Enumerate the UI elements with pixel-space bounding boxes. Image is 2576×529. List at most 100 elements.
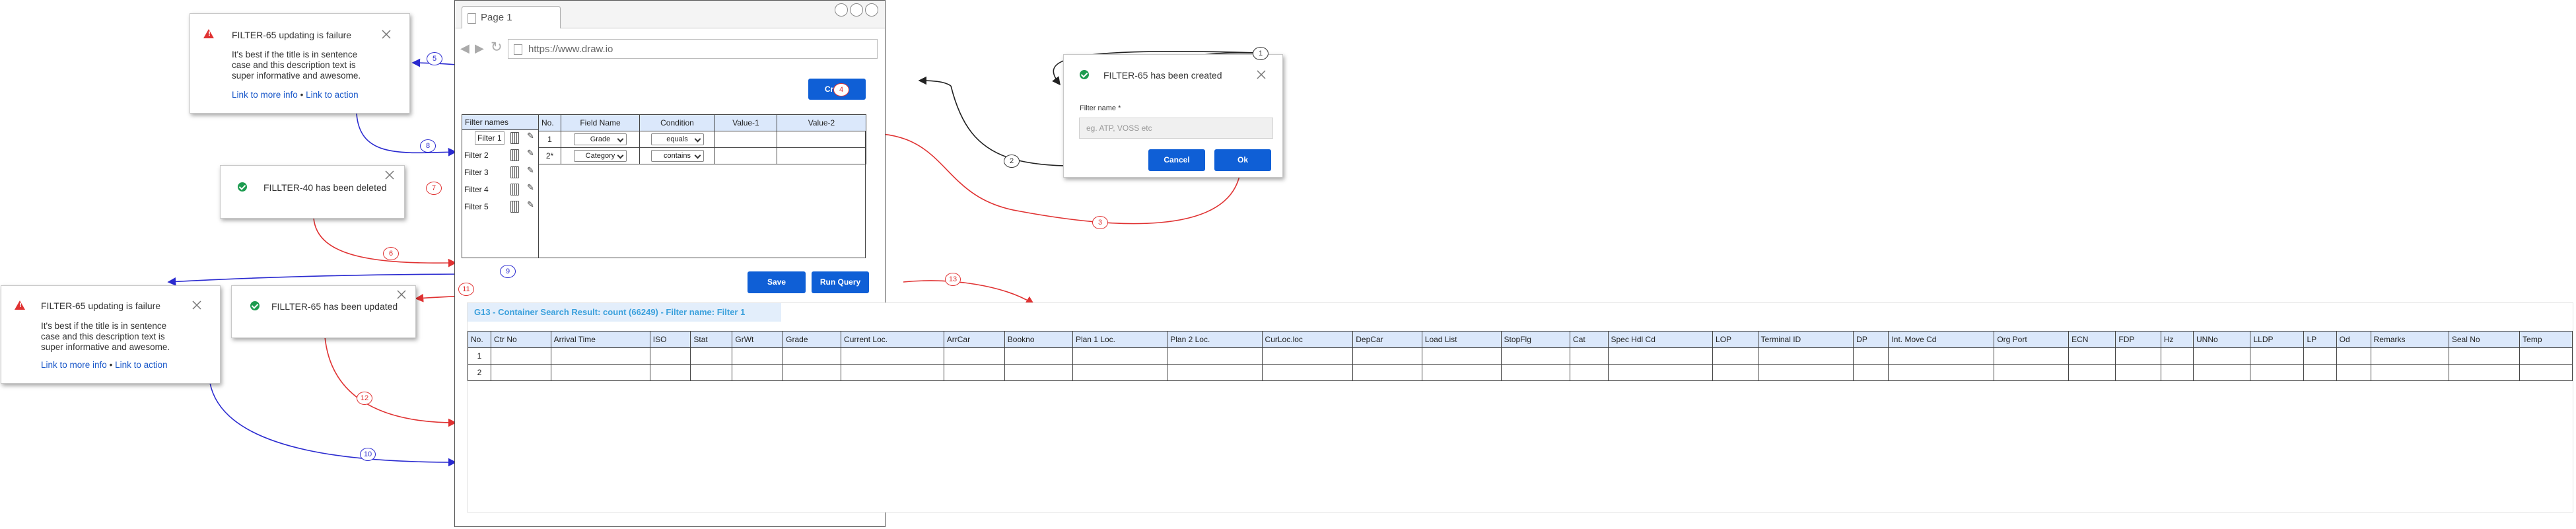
close-icon[interactable]	[384, 169, 396, 181]
more-info-link[interactable]: Link to more info	[232, 90, 298, 100]
tab-page-1[interactable]: Page 1	[462, 6, 561, 28]
more-info-link[interactable]: Link to more info	[41, 360, 107, 370]
result-column-header[interactable]: Org Port	[1994, 331, 2070, 348]
result-row[interactable]: 1	[468, 347, 2573, 365]
result-column-header[interactable]: Load List	[1421, 331, 1502, 348]
col-field-name: Field Name	[561, 114, 640, 131]
result-column-header[interactable]: Seal No	[2448, 331, 2521, 348]
result-column-header[interactable]: Stat	[690, 331, 733, 348]
result-column-header[interactable]: Temp	[2519, 331, 2573, 348]
result-column-header[interactable]: GrWt	[732, 331, 784, 348]
refresh-icon[interactable]: ↻	[491, 39, 503, 55]
tab-doc-icon	[468, 13, 476, 24]
close-icon[interactable]	[1255, 69, 1267, 81]
ok-button[interactable]: Ok	[1214, 149, 1271, 171]
result-column-header[interactable]: StopFlg	[1500, 331, 1571, 348]
value-2-cell[interactable]	[777, 131, 866, 148]
window-button-2[interactable]	[850, 3, 863, 17]
save-button[interactable]: Save	[748, 271, 806, 293]
back-arrow-icon[interactable]: ◀	[460, 42, 470, 55]
result-cell	[491, 364, 551, 381]
trash-icon[interactable]	[510, 184, 519, 195]
result-column-header[interactable]: FDP	[2115, 331, 2161, 348]
value-1-cell[interactable]	[714, 131, 777, 148]
field-name-select[interactable]: Category	[574, 150, 627, 162]
filter-list-item[interactable]: Filter 5 ✎	[462, 199, 539, 215]
value-1-cell[interactable]	[714, 147, 777, 164]
edit-pencil-icon[interactable]: ✎	[527, 149, 534, 159]
value-2-cell[interactable]	[777, 147, 866, 164]
flow-arrow-13	[903, 280, 1035, 304]
result-column-header[interactable]: Remarks	[2370, 331, 2449, 348]
result-row[interactable]: 2	[468, 364, 2573, 381]
trash-icon[interactable]	[510, 166, 519, 178]
col-condition: Condition	[639, 114, 715, 131]
trash-icon[interactable]	[510, 201, 519, 213]
edit-pencil-icon[interactable]: ✎	[527, 183, 534, 193]
window-button-1[interactable]	[835, 3, 848, 17]
result-cell	[2160, 364, 2194, 381]
filter-name-input[interactable]: eg. ATP, VOSS etc	[1079, 118, 1273, 139]
result-column-header[interactable]: Int. Move Cd	[1888, 331, 1995, 348]
trash-icon[interactable]	[510, 132, 519, 144]
run-query-button[interactable]: Run Query	[812, 271, 869, 293]
close-icon[interactable]	[380, 28, 392, 40]
filter-list-item[interactable]: Filter 1 ✎	[462, 130, 539, 146]
cancel-button[interactable]: Cancel	[1148, 149, 1205, 171]
step-badge-2: 2	[1004, 155, 1020, 168]
result-column-header[interactable]: DepCar	[1352, 331, 1422, 348]
window-button-3[interactable]	[865, 3, 878, 17]
condition-select[interactable]: equals	[650, 133, 704, 145]
result-cell	[1994, 364, 2070, 381]
result-cell	[1500, 347, 1571, 365]
edit-pencil-icon[interactable]: ✎	[527, 200, 534, 210]
result-column-header[interactable]: Plan 2 Loc.	[1167, 331, 1263, 348]
condition-select[interactable]: contains	[650, 150, 704, 162]
step-badge-6: 6	[383, 247, 399, 260]
result-column-header[interactable]: Grade	[783, 331, 842, 348]
forward-arrow-icon[interactable]: ▶	[475, 42, 484, 55]
action-link[interactable]: Link to action	[306, 90, 359, 100]
edit-pencil-icon[interactable]: ✎	[527, 166, 534, 176]
result-column-header[interactable]: DP	[1853, 331, 1889, 348]
toast-links: Link to more info • Link to action	[232, 90, 359, 100]
result-column-header[interactable]: LOP	[1712, 331, 1758, 348]
result-column-header[interactable]: LP	[2303, 331, 2337, 348]
result-column-header[interactable]: ArrCar	[943, 331, 1005, 348]
result-column-header[interactable]: Hz	[2160, 331, 2194, 348]
create-filter-dialog: FILTER-65 has been created Filter name *…	[1063, 54, 1283, 178]
cancel-label: Cancel	[1164, 155, 1190, 164]
result-column-header[interactable]: Arrival Time	[550, 331, 650, 348]
result-column-header[interactable]: No.	[468, 331, 491, 348]
result-cell	[2370, 364, 2449, 381]
trash-icon[interactable]	[510, 149, 519, 161]
result-column-header[interactable]: Bookno	[1004, 331, 1073, 348]
result-column-header[interactable]: Cat	[1570, 331, 1609, 348]
result-column-header[interactable]: Plan 1 Loc.	[1072, 331, 1168, 348]
result-column-header[interactable]: Current Loc.	[841, 331, 944, 348]
result-column-header[interactable]: Ctr No	[491, 331, 551, 348]
step-badge-1: 1	[1253, 47, 1269, 60]
address-bar[interactable]: https://www.draw.io	[508, 39, 878, 59]
result-column-header[interactable]: Spec Hdl Cd	[1607, 331, 1714, 348]
filter-list-item[interactable]: Filter 4 ✎	[462, 182, 539, 197]
filter-item-label: Filter 5	[464, 202, 489, 211]
filter-name-label: Filter name *	[1080, 104, 1121, 112]
result-cell	[1421, 347, 1502, 365]
close-icon[interactable]	[191, 299, 203, 311]
result-column-header[interactable]: LLDP	[2250, 331, 2305, 348]
edit-pencil-icon[interactable]: ✎	[527, 131, 534, 141]
result-column-header[interactable]: ECN	[2068, 331, 2116, 348]
close-icon[interactable]	[396, 289, 407, 300]
result-column-header[interactable]: UNNo	[2192, 331, 2251, 348]
result-column-header[interactable]: Terminal ID	[1757, 331, 1854, 348]
field-name-select[interactable]: Grade	[574, 133, 627, 145]
filter-list-item[interactable]: Filter 2 ✎	[462, 147, 539, 163]
filter-list-item[interactable]: Filter 3 ✎	[462, 164, 539, 180]
save-label: Save	[767, 277, 786, 287]
result-cell	[1167, 347, 1263, 365]
result-column-header[interactable]: ISO	[649, 331, 691, 348]
result-column-header[interactable]: CurLoc.loc	[1261, 331, 1354, 348]
action-link[interactable]: Link to action	[115, 360, 168, 370]
result-column-header[interactable]: Od	[2336, 331, 2371, 348]
